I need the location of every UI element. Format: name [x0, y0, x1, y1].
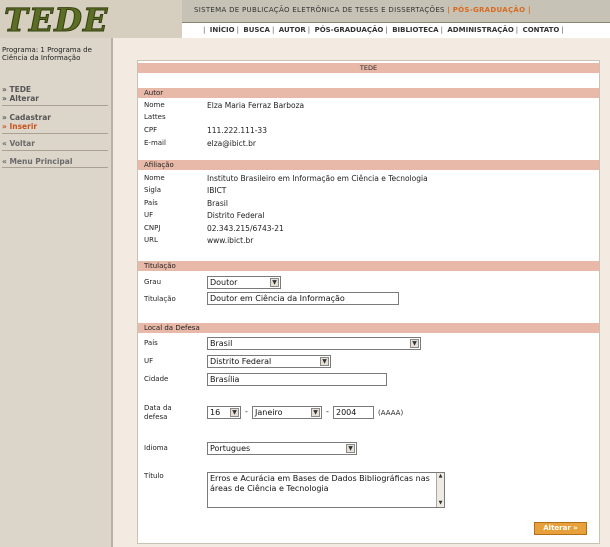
panel-title: TEDE: [138, 63, 599, 73]
afiliacao-sigla-value: IBICT: [207, 186, 227, 195]
autor-email-label: E-mail: [144, 139, 166, 147]
date-separator: -: [326, 407, 329, 416]
ano-format-hint: (AAAA): [378, 409, 404, 417]
section-titulacao: Titulação: [138, 261, 599, 271]
uf-label: UF: [144, 357, 154, 365]
uf-select[interactable]: Distrito Federal ▼: [207, 355, 331, 368]
sidebar-divider: [2, 105, 108, 106]
afiliacao-uf-label: UF: [144, 211, 154, 219]
afiliacao-sigla-label: Sigla: [144, 186, 162, 194]
cidade-input[interactable]: Brasília: [207, 373, 387, 386]
sidebar-item-menu-principal[interactable]: « Menu Principal: [2, 157, 72, 166]
afiliacao-cnpj-label: CNPJ: [144, 224, 161, 232]
afiliacao-url-label: URL: [144, 236, 158, 244]
chevron-down-icon[interactable]: ▼: [230, 408, 239, 417]
section-autor: Autor: [138, 88, 599, 98]
alterar-button[interactable]: Alterar »: [534, 522, 587, 535]
pais-select[interactable]: Brasil ▼: [207, 337, 421, 350]
header-title-bar: SISTEMA DE PUBLICAÇÃO ELETRÔNICA DE TESE…: [182, 0, 610, 23]
sidebar-item-cadastrar[interactable]: » Cadastrar: [2, 113, 51, 122]
section-local-defesa: Local da Defesa: [138, 323, 599, 333]
uf-select-value: Distrito Federal: [210, 357, 272, 366]
main-content: TEDE Autor Nome Elza Maria Ferraz Barboz…: [113, 38, 610, 547]
titulo-textarea[interactable]: Erros e Acurácia em Bases de Dados Bibli…: [207, 472, 445, 508]
date-separator: -: [245, 407, 248, 416]
titulo-label: Título: [144, 472, 164, 480]
system-title-end: |: [527, 6, 531, 14]
scroll-down-icon[interactable]: ▼: [437, 500, 444, 507]
chevron-down-icon[interactable]: ▼: [346, 444, 355, 453]
top-nav: | INÍCIO | BUSCA | AUTOR | PÓS-GRADUAÇÃO | B…: [182, 23, 610, 38]
afiliacao-uf-value: Distrito Federal: [207, 211, 265, 220]
system-title: SISTEMA DE PUBLICAÇÃO ELETRÔNICA DE TESE…: [194, 6, 531, 14]
nav-autor[interactable]: AUTOR: [277, 26, 308, 34]
nav-busca[interactable]: BUSCA: [241, 26, 272, 34]
logo[interactable]: TEDE: [0, 0, 182, 40]
program-name: Programa: 1 Programa de Ciência da Infor…: [2, 46, 92, 62]
titulacao-input[interactable]: Doutor em Ciência da Informação: [207, 292, 399, 305]
pais-select-value: Brasil: [210, 339, 233, 348]
sidebar-item-voltar[interactable]: « Voltar: [2, 139, 35, 148]
chevron-down-icon[interactable]: ▼: [270, 278, 279, 287]
autor-email-value: elza@ibict.br: [207, 139, 256, 148]
form-panel: TEDE Autor Nome Elza Maria Ferraz Barboz…: [137, 60, 600, 544]
nav-pos-graduacao[interactable]: PÓS-GRADUAÇÃO: [313, 26, 386, 34]
titulo-text: Erros e Acurácia em Bases de Dados Bibli…: [210, 474, 430, 493]
idioma-select[interactable]: Portugues ▼: [207, 442, 357, 455]
section-afiliacao: Afiliação: [138, 160, 599, 170]
grau-label: Grau: [144, 278, 162, 286]
autor-cpf-label: CPF: [144, 126, 158, 134]
grau-select-value: Doutor: [210, 278, 238, 287]
mes-select-value: Janeiro: [255, 408, 283, 417]
ano-input[interactable]: 2004: [333, 406, 374, 419]
afiliacao-nome-value: Instituto Brasileiro em Informação em Ci…: [207, 174, 428, 183]
autor-cpf-value: 111.222.111-33: [207, 126, 267, 135]
autor-nome-label: Nome: [144, 101, 165, 109]
sidebar: Programa: 1 Programa de Ciência da Infor…: [0, 38, 113, 547]
data-defesa-label: Data da defesa: [144, 404, 172, 421]
afiliacao-pais-value: Brasil: [207, 199, 228, 208]
sidebar-divider: [2, 167, 108, 168]
logo-text: TEDE: [3, 1, 109, 40]
header: TEDE SISTEMA DE PUBLICAÇÃO ELETRÔNICA DE…: [0, 0, 610, 40]
afiliacao-cnpj-value: 02.343.215/6743-21: [207, 224, 284, 233]
nav-biblioteca[interactable]: BIBLIOTECA: [390, 26, 440, 34]
cidade-label: Cidade: [144, 375, 169, 383]
afiliacao-nome-label: Nome: [144, 174, 165, 182]
sidebar-divider: [2, 133, 108, 134]
afiliacao-url-value: www.ibict.br: [207, 236, 254, 245]
dia-select[interactable]: 16 ▼: [207, 406, 241, 419]
nav-contato[interactable]: CONTATO: [521, 26, 562, 34]
scroll-up-icon[interactable]: ▲: [437, 473, 444, 480]
sidebar-item-tede[interactable]: » TEDE: [2, 85, 31, 94]
idioma-label: Idioma: [144, 444, 168, 452]
system-title-main: SISTEMA DE PUBLICAÇÃO ELETRÔNICA DE TESE…: [194, 6, 445, 14]
chevron-down-icon[interactable]: ▼: [320, 357, 329, 366]
pais-label: País: [144, 339, 158, 347]
sidebar-item-alterar[interactable]: » Alterar: [2, 94, 39, 103]
nav-administracao[interactable]: ADMINISTRAÇÃO: [445, 26, 515, 34]
titulacao-label: Titulação: [144, 295, 176, 303]
chevron-down-icon[interactable]: ▼: [410, 339, 419, 348]
sidebar-divider: [2, 150, 108, 151]
idioma-select-value: Portugues: [210, 444, 251, 453]
dia-select-value: 16: [210, 408, 221, 417]
sidebar-item-inserir[interactable]: » Inserir: [2, 122, 37, 131]
system-title-accent: PÓS-GRADUAÇÃO: [452, 6, 526, 14]
nav-inicio[interactable]: INÍCIO: [208, 26, 237, 34]
chevron-down-icon[interactable]: ▼: [311, 408, 320, 417]
afiliacao-pais-label: País: [144, 199, 158, 207]
scrollbar[interactable]: ▲ ▼: [436, 473, 444, 507]
mes-select[interactable]: Janeiro ▼: [252, 406, 322, 419]
grau-select[interactable]: Doutor ▼: [207, 276, 281, 289]
autor-lattes-label: Lattes: [144, 113, 166, 121]
autor-nome-value: Elza Maria Ferraz Barboza: [207, 101, 305, 110]
system-title-sep: |: [447, 6, 451, 14]
